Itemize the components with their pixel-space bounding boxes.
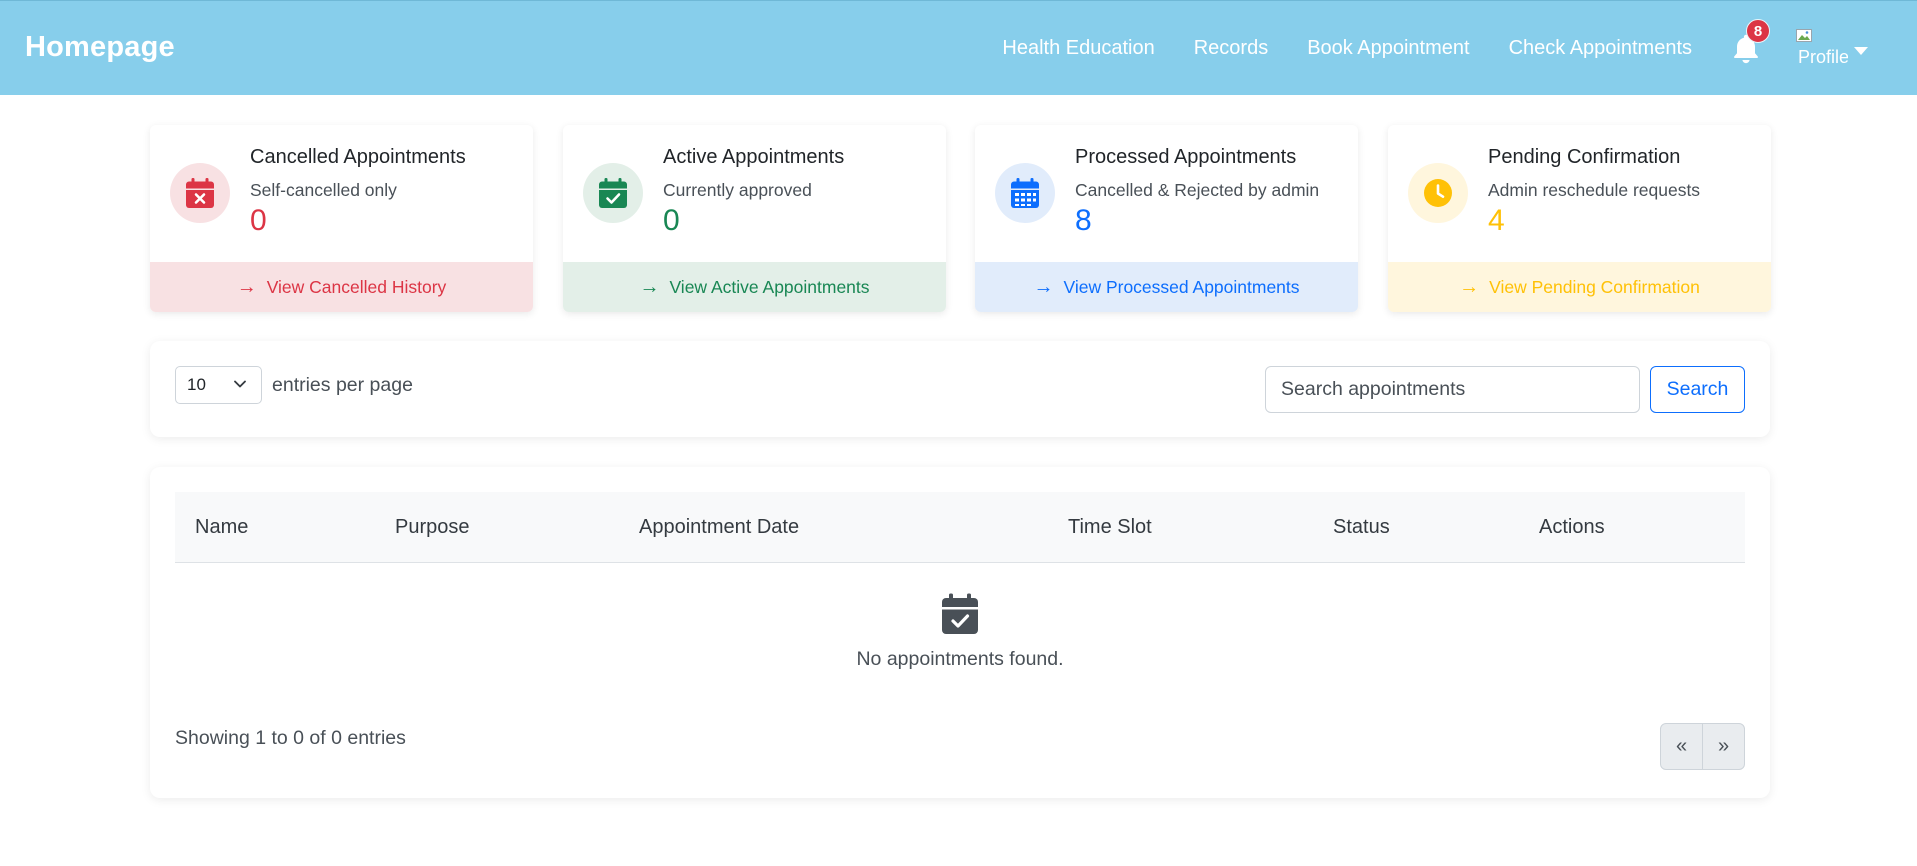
next-page-button[interactable]: » [1702,724,1744,769]
card-icon-circle [995,163,1055,223]
brand-title[interactable]: Homepage [25,31,175,64]
nav-link-book-appointment[interactable]: Book Appointment [1307,37,1469,60]
column-header-time-slot[interactable]: Time Slot [1068,516,1152,539]
card-footer-label: View Active Appointments [669,276,870,297]
card-title: Cancelled Appointments [250,146,466,168]
card-active-appointments: Active Appointments Currently approved 0… [563,125,946,312]
empty-state-message: No appointments found. [856,648,1064,670]
nav-link-health-education[interactable]: Health Education [1002,37,1154,60]
pagination: « » [1660,723,1745,770]
card-title: Active Appointments [663,146,845,168]
column-header-name[interactable]: Name [195,516,248,539]
appointments-table: Name Purpose Appointment Date Time Slot … [150,467,1770,798]
card-subtitle: Currently approved [663,180,812,200]
broken-image-icon [1796,29,1812,42]
profile-avatar[interactable]: Profile [1796,25,1848,71]
card-cancelled-appointments: Cancelled Appointments Self-cancelled on… [150,125,533,312]
card-footer-label: View Pending Confirmation [1489,276,1700,297]
card-subtitle: Cancelled & Rejected by admin [1075,180,1320,200]
search-button[interactable]: Search [1650,366,1745,413]
calendar-x-icon [186,178,214,208]
card-icon-circle [583,163,643,223]
column-header-status[interactable]: Status [1333,516,1390,539]
arrow-right-icon: → [236,275,257,298]
card-icon-circle [1408,163,1468,223]
entries-per-page-label: entries per page [272,374,413,396]
view-processed-appointments-link[interactable]: → View Processed Appointments [975,262,1358,312]
notification-badge: 8 [1746,19,1770,43]
previous-page-button[interactable]: « [1661,724,1702,769]
card-count: 4 [1488,204,1505,237]
column-header-appointment-date[interactable]: Appointment Date [639,516,799,539]
entries-per-page-select[interactable]: 10 [175,366,262,404]
table-controls: 10 entries per page Search [150,341,1770,437]
card-count: 0 [250,204,267,237]
nav-link-records[interactable]: Records [1194,37,1268,60]
table-header: Name Purpose Appointment Date Time Slot … [175,492,1745,563]
nav-links: Health Education Records Book Appointmen… [1002,37,1692,60]
calendar-check-icon [942,593,978,634]
card-count: 0 [663,204,680,237]
view-active-appointments-link[interactable]: → View Active Appointments [563,262,946,312]
calendar-days-icon [1011,178,1039,208]
chevron-down-icon [234,380,246,388]
pagination-info: Showing 1 to 0 of 0 entries [175,727,406,749]
card-count: 8 [1075,204,1092,237]
search-input[interactable] [1265,366,1640,413]
column-header-actions[interactable]: Actions [1539,516,1605,539]
view-cancelled-history-link[interactable]: → View Cancelled History [150,262,533,312]
clock-icon [1424,179,1452,207]
entries-value: 10 [187,375,206,394]
chevron-down-icon[interactable] [1854,47,1868,55]
card-footer-label: View Cancelled History [266,276,447,297]
navbar: Homepage Health Education Records Book A… [0,0,1917,95]
card-subtitle: Admin reschedule requests [1488,180,1701,200]
column-header-purpose[interactable]: Purpose [395,516,470,539]
nav-link-check-appointments[interactable]: Check Appointments [1509,37,1692,60]
arrow-right-icon: → [1033,275,1054,298]
card-icon-circle [170,163,230,223]
card-title: Processed Appointments [1075,146,1297,168]
arrow-right-icon: → [1459,275,1480,298]
calendar-check-icon [599,178,627,208]
arrow-right-icon: → [639,275,660,298]
view-pending-confirmation-link[interactable]: → View Pending Confirmation [1388,262,1771,312]
profile-alt-text: Profile [1798,47,1848,67]
card-footer-label: View Processed Appointments [1063,276,1300,297]
card-pending-confirmation: Pending Confirmation Admin reschedule re… [1388,125,1771,312]
card-processed-appointments: Processed Appointments Cancelled & Rejec… [975,125,1358,312]
card-title: Pending Confirmation [1488,146,1681,168]
card-subtitle: Self-cancelled only [250,180,397,200]
